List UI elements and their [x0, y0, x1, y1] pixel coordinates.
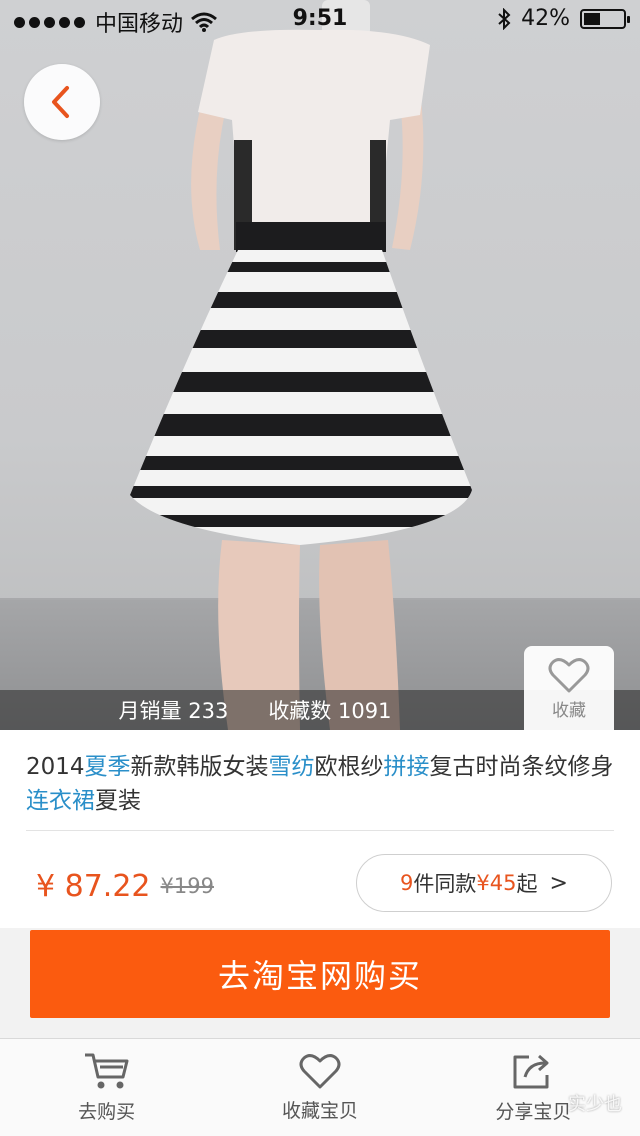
tab-favorite[interactable]: 收藏宝贝 [213, 1039, 426, 1136]
status-bar: 中国移动 9:51 42% [0, 0, 640, 40]
title-text: 2014 [26, 754, 85, 780]
same-items-from-price: ¥45 [476, 871, 517, 895]
bluetooth-icon [498, 7, 511, 30]
tab-share[interactable]: 分享宝贝 [427, 1039, 640, 1136]
title-keyword-link[interactable]: 夏季 [85, 754, 131, 780]
share-icon [513, 1054, 549, 1089]
buy-on-taobao-button[interactable]: 去淘宝网购买 [30, 930, 610, 1018]
title-keyword-link[interactable]: 拼接 [384, 754, 430, 780]
divider [26, 830, 614, 831]
monthly-sales: 月销量 233 [118, 699, 229, 723]
battery-icon [580, 8, 630, 29]
battery-percent: 42% [521, 6, 570, 31]
tab-buy[interactable]: 去购买 [0, 1039, 213, 1136]
tab-buy-label: 去购买 [78, 1101, 136, 1123]
tab-share-label: 分享宝贝 [495, 1101, 572, 1123]
product-info-card: 2014夏季新款韩版女装雪纺欧根纱拼接复古时尚条纹修身连衣裙夏装 ¥ 87.22… [0, 730, 640, 928]
title-text: 新款韩版女装 [130, 754, 269, 780]
bottom-tab-bar: 去购买 收藏宝贝 分享宝贝 [0, 1038, 640, 1136]
favorite-label: 收藏 [552, 700, 586, 721]
current-price: ¥ 87.22 [36, 868, 151, 904]
cart-icon [84, 1053, 129, 1089]
original-price: ¥199 [160, 874, 214, 898]
same-items-button[interactable]: 9 件同款 ¥45 起 > [356, 854, 612, 912]
product-title: 2014夏季新款韩版女装雪纺欧根纱拼接复古时尚条纹修身连衣裙夏装 [26, 750, 614, 818]
watermark: 实少也 [568, 1094, 622, 1115]
title-text: 复古时尚条纹修身 [429, 754, 614, 780]
heart-icon [548, 657, 590, 692]
title-text: 夏装 [95, 788, 141, 814]
same-items-suffix: 起 [516, 872, 538, 896]
title-keyword-link[interactable]: 雪纺 [269, 754, 315, 780]
chevron-right-icon: > [549, 870, 568, 896]
heart-icon [299, 1054, 341, 1089]
title-keyword-link[interactable]: 连衣裙 [26, 788, 95, 814]
favorites-count: 收藏数 1091 [268, 699, 392, 723]
chevron-left-icon [52, 86, 69, 118]
back-button[interactable] [24, 64, 100, 140]
tab-favorite-label: 收藏宝贝 [281, 1100, 358, 1122]
favorite-button[interactable]: 收藏 [524, 646, 614, 730]
same-items-count: 9 [400, 871, 414, 895]
same-items-text: 件同款 [413, 872, 477, 896]
title-text: 欧根纱 [314, 754, 384, 780]
price-row: ¥ 87.22 ¥199 9 件同款 ¥45 起 > [36, 854, 614, 918]
